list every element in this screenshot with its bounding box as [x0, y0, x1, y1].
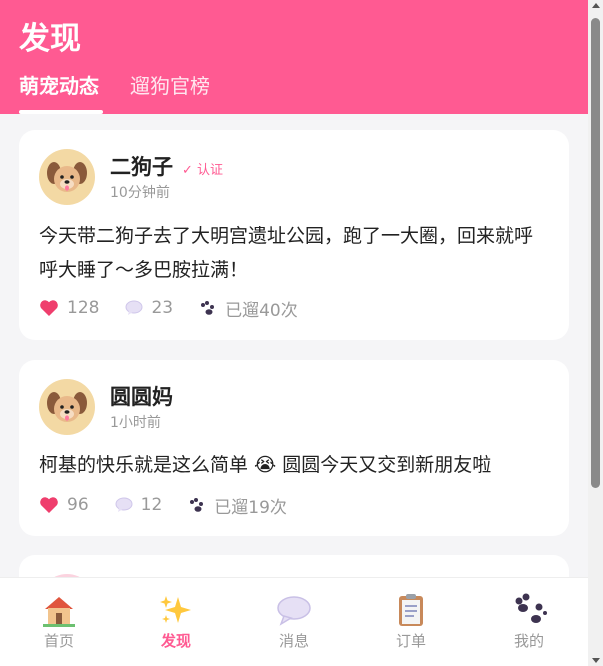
post-time: 1小时前: [110, 415, 161, 431]
nav-home[interactable]: 首页: [19, 592, 99, 650]
scrollbar-thumb[interactable]: [591, 18, 600, 488]
post-card[interactable]: 圆圆妈 1小时前 柯基的快乐就是这么简单 😭 圆圆今天又交到新朋友啦 96 12: [19, 360, 569, 536]
scroll-up-arrow-icon[interactable]: [592, 3, 600, 8]
comment-button[interactable]: 12: [115, 495, 163, 515]
nav-home-label: 首页: [43, 632, 74, 650]
header: 发现 萌宠动态 遛狗官榜: [0, 0, 588, 114]
author-name[interactable]: 二狗子: [110, 153, 173, 181]
scrollbar[interactable]: [588, 0, 603, 666]
house-icon: [19, 592, 99, 628]
author-name[interactable]: 圆圆妈: [110, 383, 173, 411]
like-button[interactable]: 96: [39, 495, 89, 515]
like-button[interactable]: 128: [39, 298, 99, 318]
bottom-tab-bar: 首页 发现 消息 订单 我的: [0, 577, 588, 666]
comment-count: 12: [140, 495, 163, 515]
post-content: 柯基的快乐就是这么简单 😭 圆圆今天又交到新朋友啦: [39, 454, 492, 476]
tab-pet-feed[interactable]: 萌宠动态: [19, 72, 99, 100]
post-card[interactable]: 二狗子 ✓ 认证 10分钟前 今天带二狗子去了大明宫遗址公园，跑了一大圈，回来就…: [19, 130, 569, 340]
post-stats: 96 12 已遛19次: [39, 492, 313, 518]
nav-profile[interactable]: 我的: [489, 592, 569, 650]
post-content: 今天带二狗子去了大明宫遗址公园，跑了一大圈，回来就呼呼大睡了～多巴胺拉满！: [39, 225, 534, 281]
comment-count: 23: [151, 298, 174, 318]
paw-icon: [188, 497, 206, 513]
nav-orders-label: 订单: [395, 632, 426, 650]
nav-messages[interactable]: 消息: [254, 592, 334, 650]
heart-icon: [39, 496, 59, 514]
nav-profile-label: 我的: [513, 632, 544, 650]
tab-walk-ranking[interactable]: 遛狗官榜: [130, 72, 210, 100]
sparkles-icon: [136, 592, 216, 628]
like-count: 96: [67, 495, 89, 515]
page-title: 发现: [19, 21, 81, 57]
nav-orders[interactable]: 订单: [371, 592, 451, 650]
paw-icon: [199, 300, 217, 316]
clipboard-icon: [371, 592, 451, 628]
avatar[interactable]: [39, 149, 95, 205]
avatar[interactable]: [39, 379, 95, 435]
feed[interactable]: 二狗子 ✓ 认证 10分钟前 今天带二狗子去了大明宫遗址公园，跑了一大圈，回来就…: [0, 114, 588, 578]
dog-face-icon: [47, 162, 87, 192]
dog-face-icon: [47, 392, 87, 422]
like-count: 128: [67, 298, 100, 318]
walk-count: 已遛19次: [188, 493, 287, 518]
post-stats: 128 23 已遛40次: [39, 295, 324, 321]
walk-count: 已遛40次: [199, 296, 298, 321]
speech-bubble-icon: [254, 592, 334, 628]
scroll-down-arrow-icon[interactable]: [592, 658, 600, 663]
comment-button[interactable]: 23: [125, 298, 173, 318]
verified-badge: ✓ 认证: [182, 163, 224, 178]
paw-icon: [489, 592, 569, 628]
walk-count-text: 已遛19次: [214, 497, 287, 518]
walk-count-text: 已遛40次: [225, 300, 298, 321]
heart-icon: [39, 299, 59, 317]
nav-messages-label: 消息: [278, 632, 309, 650]
comment-bubble-icon: [125, 300, 143, 316]
post-card[interactable]: [19, 555, 569, 578]
comment-bubble-icon: [115, 497, 133, 513]
nav-discover-label: 发现: [160, 632, 191, 650]
post-time: 10分钟前: [110, 185, 170, 201]
nav-discover[interactable]: 发现: [136, 592, 216, 650]
